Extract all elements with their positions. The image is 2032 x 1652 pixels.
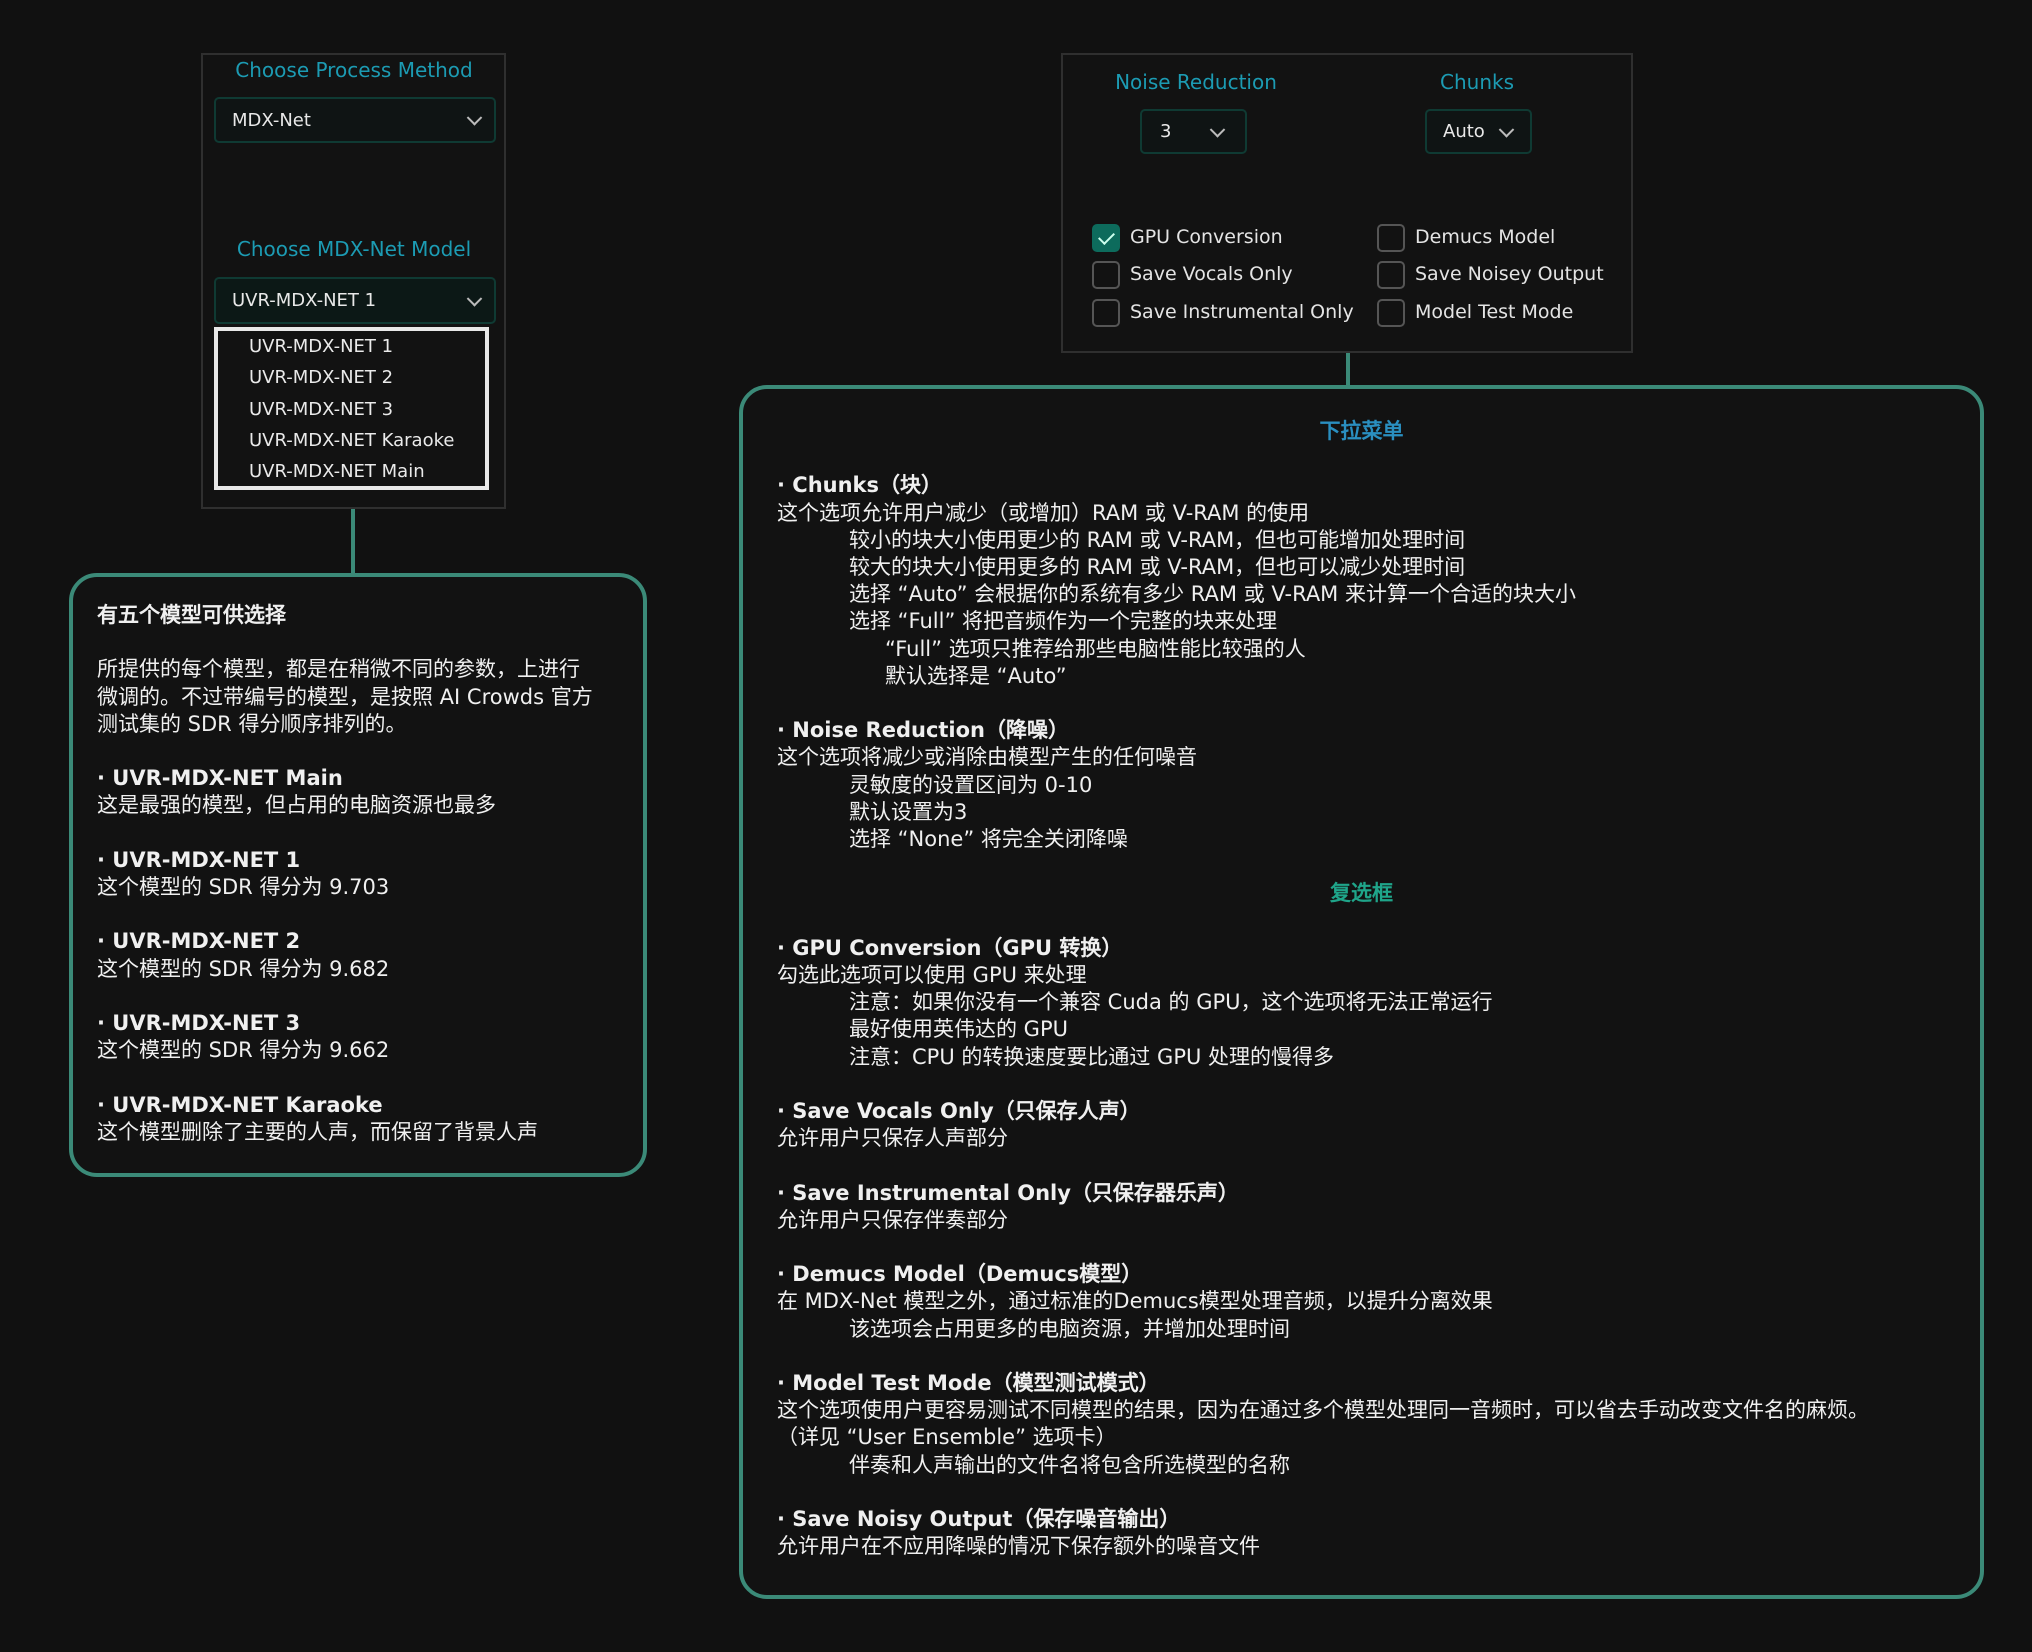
note-line: 注意：CPU 的转换速度要比通过 GPU 处理的慢得多 xyxy=(849,1044,1335,1069)
note-line: 这个模型删除了主要的人声，而保留了背景人声 xyxy=(97,1119,538,1144)
save-vocals-only-checkbox[interactable] xyxy=(1092,261,1120,289)
note-line: 允许用户在不应用降噪的情况下保存额外的噪音文件 xyxy=(777,1534,1260,1559)
model-label: Choose MDX-Net Model xyxy=(236,237,472,261)
models-note-box: 有五个模型可供选择所提供的每个模型，都是在稍微不同的参数，上进行 微调的。不过带编… xyxy=(69,573,647,1177)
model-test-mode-label: Model Test Mode xyxy=(1415,301,1574,323)
connector-line xyxy=(1346,353,1350,387)
item-heading: · UVR-MDX-NET 2 xyxy=(97,929,301,954)
save-instrumental-only-checkbox[interactable] xyxy=(1092,299,1120,327)
note-line: 微调的。不过带编号的模型，是按照 AI Crowds 官方 xyxy=(97,684,593,709)
noise-reduction-value: 3 xyxy=(1160,121,1172,142)
gpu-conversion-label: GPU Conversion xyxy=(1130,226,1283,248)
chevron-down-icon xyxy=(466,110,483,126)
note-line: 灵敏度的设置区间为 0-10 xyxy=(849,772,1093,797)
save-noisey-output-label: Save Noisey Output xyxy=(1415,263,1604,285)
model-options-list: UVR-MDX-NET 1 UVR-MDX-NET 2 UVR-MDX-NET … xyxy=(214,327,489,490)
model-option[interactable]: UVR-MDX-NET Main xyxy=(249,461,425,482)
model-test-mode-checkbox[interactable] xyxy=(1377,299,1405,327)
item-heading: · UVR-MDX-NET 3 xyxy=(97,1011,301,1035)
note-line: 这个选项使用户更容易测试不同模型的结果，因为在通过多个模型处理同一音频时，可以省… xyxy=(777,1398,1869,1423)
note-line: 测试集的 SDR 得分顺序排列的。 xyxy=(97,711,407,736)
chunks-label: Chunks xyxy=(1440,70,1514,94)
note-line: 这个选项允许用户减少（或增加）RAM 或 V-RAM 的使用 xyxy=(777,500,1310,525)
demucs-model-checkbox[interactable] xyxy=(1377,224,1405,252)
note-line: 这是最强的模型，但占用的电脑资源也最多 xyxy=(97,793,496,818)
model-dropdown[interactable]: UVR-MDX-NET 1 xyxy=(214,277,496,324)
process-method-value: MDX-Net xyxy=(232,109,311,131)
model-value: UVR-MDX-NET 1 xyxy=(232,290,377,311)
note-line: 在 MDX-Net 模型之外，通过标准的Demucs模型处理音频，以提升分离效果 xyxy=(777,1289,1493,1314)
chevron-down-icon xyxy=(1498,121,1515,138)
note-line: 选择 “None” 将完全关闭降噪 xyxy=(849,827,1128,851)
item-heading: · UVR-MDX-NET 1 xyxy=(97,847,301,872)
noise-reduction-dropdown[interactable]: 3 xyxy=(1140,109,1247,154)
item-heading: · Chunks（块） xyxy=(777,473,943,498)
gpu-conversion-checkbox[interactable] xyxy=(1092,224,1120,252)
model-option[interactable]: UVR-MDX-NET 2 xyxy=(249,367,393,388)
connector-line xyxy=(351,509,355,575)
item-heading: · Save Noisy Output（保存噪音输出） xyxy=(777,1507,1181,1531)
chunks-value: Auto xyxy=(1443,121,1485,142)
note-line: 注意：如果你没有一个兼容 Cuda 的 GPU，这个选项将无法正常运行 xyxy=(849,990,1493,1015)
noise-reduction-label: Noise Reduction xyxy=(1115,70,1277,94)
item-heading: · Save Vocals Only（只保存人声） xyxy=(777,1099,1141,1123)
note-line: 伴奏和人声输出的文件名将包含所选模型的名称 xyxy=(849,1452,1290,1477)
process-method-dropdown[interactable]: MDX-Net xyxy=(214,97,496,143)
item-heading: · Model Test Mode（模型测试模式） xyxy=(777,1371,1160,1395)
section-heading: 下拉菜单 xyxy=(1319,419,1404,443)
item-heading: · Save Instrumental Only（只保存器乐声） xyxy=(777,1180,1239,1205)
note-line: 这个模型的 SDR 得分为 9.682 xyxy=(97,956,390,981)
note-line: 较小的块大小使用更少的 RAM 或 V-RAM，但也可能增加处理时间 xyxy=(849,527,1466,552)
item-heading: · Demucs Model（Demucs模型） xyxy=(777,1262,1143,1287)
note-line: 该选项会占用更多的电脑资源，并增加处理时间 xyxy=(849,1316,1290,1341)
model-option[interactable]: UVR-MDX-NET 1 xyxy=(249,336,393,357)
note-line: 勾选此选项可以使用 GPU 来处理 xyxy=(777,963,1087,987)
note-line: 这个模型的 SDR 得分为 9.703 xyxy=(97,875,390,899)
chevron-down-icon xyxy=(466,290,483,307)
note-line: （详见 “User Ensemble” 选项卡） xyxy=(777,1425,1117,1450)
section-heading: 复选框 xyxy=(1330,881,1393,906)
options-note-box: 下拉菜单 · Chunks（块） 这个选项允许用户减少（或增加）RAM 或 V-RA… xyxy=(739,385,1984,1599)
note-line: 选择 “Auto” 会根据你的系统有多少 RAM 或 V-RAM 来计算一个合适… xyxy=(849,582,1576,607)
model-option[interactable]: UVR-MDX-NET Karaoke xyxy=(249,430,454,451)
save-instrumental-only-label: Save Instrumental Only xyxy=(1130,301,1354,323)
note-line: 选择 “Full” 将把音频作为一个完整的块来处理 xyxy=(849,609,1278,634)
chevron-down-icon xyxy=(1209,121,1226,138)
note-line: 最好使用英伟达的 GPU xyxy=(849,1017,1068,1042)
chunks-dropdown[interactable]: Auto xyxy=(1425,109,1532,154)
note-line: “Full” 选项只推荐给那些电脑性能比较强的人 xyxy=(885,636,1306,661)
note-line: 所提供的每个模型，都是在稍微不同的参数，上进行 xyxy=(97,657,580,682)
note-line: 较大的块大小使用更多的 RAM 或 V-RAM，但也可以减少处理时间 xyxy=(849,555,1466,579)
process-method-label: Choose Process Method xyxy=(235,58,473,82)
item-heading: · GPU Conversion（GPU 转换） xyxy=(777,935,1123,960)
demucs-model-label: Demucs Model xyxy=(1415,226,1556,248)
item-heading: · UVR-MDX-NET Main xyxy=(97,766,343,791)
item-heading: · Noise Reduction（降噪） xyxy=(777,718,1070,743)
save-vocals-only-label: Save Vocals Only xyxy=(1130,263,1293,285)
note-line: 这个模型的 SDR 得分为 9.662 xyxy=(97,1038,390,1063)
note-title: 有五个模型可供选择 xyxy=(97,603,286,627)
model-option[interactable]: UVR-MDX-NET 3 xyxy=(249,399,393,420)
note-line: 默认设置为3 xyxy=(849,799,968,824)
note-line: 这个选项将减少或消除由模型产生的任何噪音 xyxy=(777,745,1197,770)
note-line: 允许用户只保存伴奏部分 xyxy=(777,1207,1008,1232)
save-noisey-output-checkbox[interactable] xyxy=(1377,261,1405,289)
note-line: 允许用户只保存人声部分 xyxy=(777,1126,1008,1151)
note-line: 默认选择是 “Auto” xyxy=(885,663,1067,688)
item-heading: · UVR-MDX-NET Karaoke xyxy=(97,1092,383,1117)
